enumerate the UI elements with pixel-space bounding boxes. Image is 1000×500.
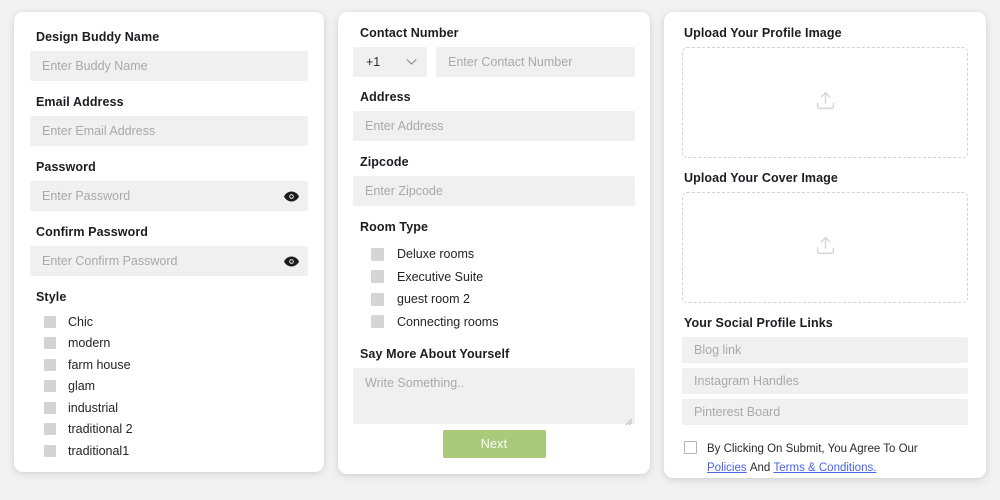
- checkbox-icon[interactable]: [44, 423, 56, 436]
- confirm-password-field-wrap: [30, 246, 308, 276]
- style-option-label: modern: [68, 336, 111, 351]
- checkbox-icon[interactable]: [44, 444, 56, 457]
- toggle-confirm-password-visibility-button[interactable]: [283, 253, 299, 269]
- terms-text: By Clicking On Submit, You Agree To Our …: [707, 440, 918, 478]
- cover-image-dropzone[interactable]: [682, 192, 968, 303]
- style-option-label: traditional1: [68, 443, 130, 458]
- room-type-checkbox-list: Deluxe rooms Executive Suite guest room …: [371, 243, 635, 333]
- room-type-option-label: Executive Suite: [397, 269, 484, 284]
- checkbox-icon[interactable]: [44, 401, 56, 414]
- zipcode-label: Zipcode: [360, 155, 409, 169]
- cover-image-label: Upload Your Cover Image: [684, 171, 838, 185]
- eye-icon: [283, 256, 299, 266]
- contact-details-card: Contact Number +1 Address Zip: [338, 12, 650, 474]
- buddy-name-input[interactable]: [30, 51, 308, 81]
- buddy-name-field-wrap: [30, 51, 308, 81]
- password-field-wrap: [30, 181, 308, 211]
- checkbox-icon[interactable]: [371, 315, 384, 329]
- checkbox-icon[interactable]: [44, 358, 56, 371]
- chevron-down-icon: [406, 59, 417, 66]
- instagram-handles-field-wrap: [682, 368, 968, 394]
- style-option-industrial[interactable]: industrial: [44, 397, 308, 419]
- eye-icon: [283, 191, 299, 201]
- style-option-traditional-2[interactable]: traditional 2: [44, 419, 308, 441]
- about-yourself-label: Say More About Yourself: [360, 347, 510, 361]
- terms-conjunction: And: [749, 461, 771, 474]
- room-type-option-label: Connecting rooms: [397, 314, 499, 329]
- terms-agreement-row: By Clicking On Submit, You Agree To Our …: [684, 440, 968, 478]
- style-checkbox-list: Chic modern farm house glam industrial t…: [44, 311, 308, 462]
- checkbox-icon[interactable]: [371, 247, 384, 261]
- blog-link-input[interactable]: [682, 337, 968, 363]
- room-type-option-guest-room-2[interactable]: guest room 2: [371, 288, 635, 311]
- pinterest-board-input[interactable]: [682, 399, 968, 425]
- address-field-wrap: [353, 111, 635, 141]
- password-input[interactable]: [30, 181, 308, 211]
- country-code-select[interactable]: +1: [353, 47, 427, 77]
- style-label: Style: [36, 290, 67, 304]
- terms-checkbox[interactable]: [684, 441, 697, 454]
- style-option-label: traditional 2: [68, 422, 133, 437]
- password-label: Password: [36, 160, 96, 174]
- style-option-modern[interactable]: modern: [44, 333, 308, 355]
- profile-image-label: Upload Your Profile Image: [684, 26, 842, 40]
- toggle-password-visibility-button[interactable]: [283, 188, 299, 204]
- panel-row: Design Buddy Name Email Address Password: [0, 0, 1000, 490]
- zipcode-input[interactable]: [353, 176, 635, 206]
- room-type-label: Room Type: [360, 220, 429, 234]
- blog-link-field-wrap: [682, 337, 968, 363]
- about-yourself-field-wrap: [353, 368, 635, 426]
- signup-form-page: Design Buddy Name Email Address Password: [0, 0, 1000, 500]
- confirm-password-input[interactable]: [30, 246, 308, 276]
- room-type-option-label: guest room 2: [397, 292, 470, 307]
- style-option-label: Chic: [68, 314, 94, 329]
- terms-line-1: By Clicking On Submit, You Agree To Our: [707, 443, 918, 455]
- room-type-option-connecting-rooms[interactable]: Connecting rooms: [371, 311, 635, 334]
- about-yourself-textarea[interactable]: [353, 368, 635, 424]
- checkbox-icon[interactable]: [44, 380, 56, 393]
- room-type-option-deluxe-rooms[interactable]: Deluxe rooms: [371, 243, 635, 266]
- style-option-label: glam: [68, 379, 96, 394]
- email-label: Email Address: [36, 95, 124, 109]
- confirm-password-label: Confirm Password: [36, 225, 149, 239]
- upload-icon: [815, 235, 836, 261]
- contact-number-field-wrap: [436, 47, 635, 77]
- social-links-label: Your Social Profile Links: [684, 316, 833, 330]
- address-label: Address: [360, 90, 411, 104]
- style-option-farm-house[interactable]: farm house: [44, 354, 308, 376]
- checkbox-icon[interactable]: [44, 315, 56, 328]
- account-details-card: Design Buddy Name Email Address Password: [14, 12, 324, 472]
- media-and-links-card: Upload Your Profile Image Upload Your Co…: [664, 12, 986, 478]
- address-input[interactable]: [353, 111, 635, 141]
- style-option-glam[interactable]: glam: [44, 376, 308, 398]
- country-code-value: +1: [366, 55, 381, 69]
- next-button[interactable]: Next: [442, 430, 546, 458]
- pinterest-board-field-wrap: [682, 399, 968, 425]
- next-button-row: Next: [353, 430, 635, 460]
- style-option-label: farm house: [68, 357, 131, 372]
- zipcode-field-wrap: [353, 176, 635, 206]
- email-field-wrap: [30, 116, 308, 146]
- checkbox-icon[interactable]: [371, 270, 384, 284]
- email-input[interactable]: [30, 116, 308, 146]
- profile-image-dropzone[interactable]: [682, 47, 968, 158]
- style-option-traditional1[interactable]: traditional1: [44, 440, 308, 462]
- room-type-option-label: Deluxe rooms: [397, 247, 475, 262]
- instagram-handles-input[interactable]: [682, 368, 968, 394]
- upload-icon: [815, 90, 836, 116]
- room-type-option-executive-suite[interactable]: Executive Suite: [371, 266, 635, 289]
- buddy-name-label: Design Buddy Name: [36, 30, 160, 44]
- policies-link[interactable]: Policies: [707, 462, 747, 474]
- contact-number-input[interactable]: [436, 47, 635, 77]
- style-option-chic[interactable]: Chic: [44, 311, 308, 333]
- terms-conditions-link[interactable]: Terms & Conditions.: [774, 462, 877, 474]
- checkbox-icon[interactable]: [44, 337, 56, 350]
- contact-number-row: +1: [353, 47, 635, 77]
- style-option-label: industrial: [68, 400, 119, 415]
- contact-number-label: Contact Number: [360, 26, 459, 40]
- checkbox-icon[interactable]: [371, 292, 384, 306]
